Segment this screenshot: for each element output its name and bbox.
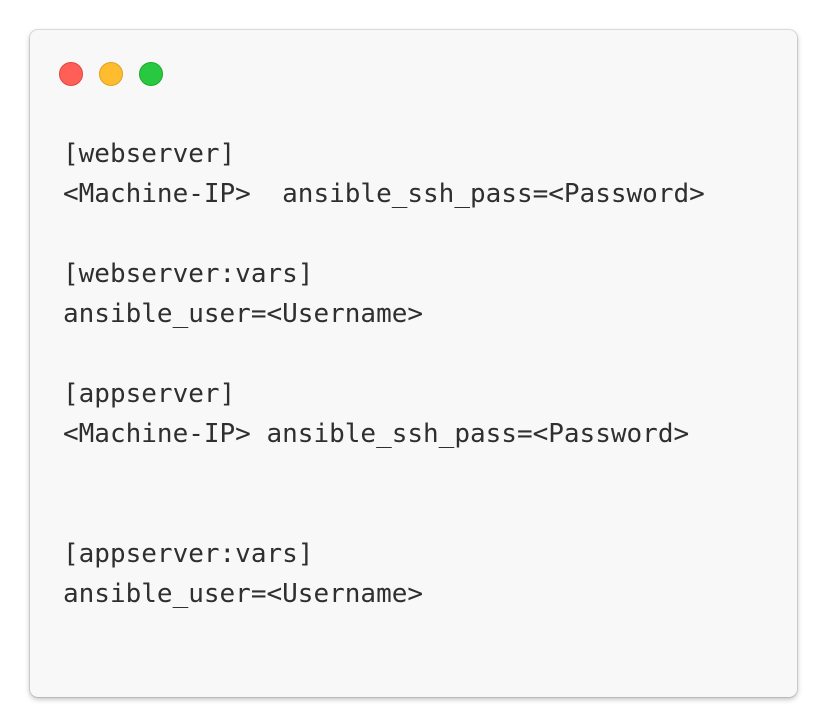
code-block: [webserver] <Machine-IP> ansible_ssh_pass… bbox=[63, 134, 705, 614]
close-window-button[interactable] bbox=[59, 62, 83, 86]
code-line: [webserver:vars] bbox=[63, 259, 314, 289]
code-line: ansible_user=<Username> bbox=[63, 299, 424, 329]
zoom-window-button[interactable] bbox=[139, 62, 163, 86]
code-line: <Machine-IP> ansible_ssh_pass=<Password> bbox=[63, 179, 705, 209]
code-line: <Machine-IP> ansible_ssh_pass=<Password> bbox=[63, 419, 690, 449]
code-line: [webserver] bbox=[63, 139, 236, 169]
code-line: [appserver] bbox=[63, 379, 236, 409]
code-window: [webserver] <Machine-IP> ansible_ssh_pass… bbox=[30, 30, 797, 697]
code-line: ansible_user=<Username> bbox=[63, 579, 424, 609]
minimize-window-button[interactable] bbox=[99, 62, 123, 86]
code-line: [appserver:vars] bbox=[63, 539, 314, 569]
